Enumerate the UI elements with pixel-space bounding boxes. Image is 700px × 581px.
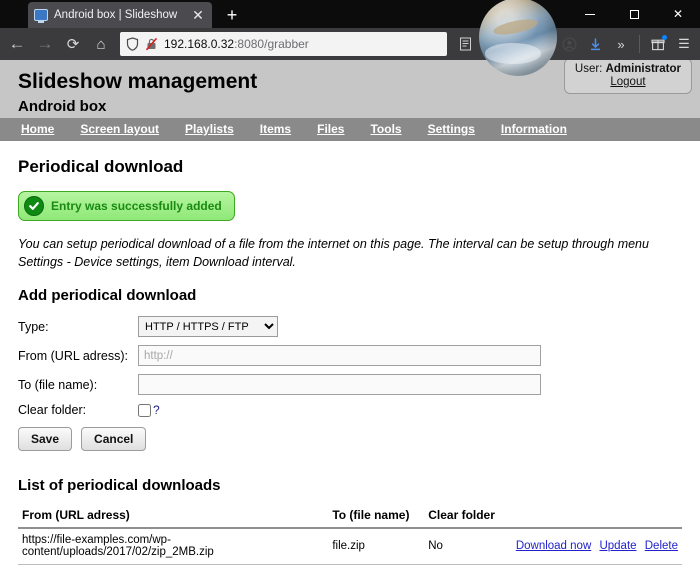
nav-item-items[interactable]: Items — [247, 118, 304, 141]
save-button[interactable]: Save — [18, 427, 72, 451]
device-name: Android box — [18, 98, 682, 115]
close-icon[interactable]: ✕ — [190, 8, 206, 22]
form-row-url: From (URL adress): — [18, 345, 682, 366]
url-label: From (URL adress): — [18, 349, 138, 363]
broken-lock-icon[interactable] — [145, 37, 158, 51]
content-heading: Periodical download — [18, 157, 682, 177]
nav-item-information[interactable]: Information — [488, 118, 580, 141]
col-header-url: From (URL adress) — [18, 508, 328, 528]
nav-item-screen-layout[interactable]: Screen layout — [67, 118, 172, 141]
type-label: Type: — [18, 320, 138, 334]
overflow-chevron-icon[interactable]: » — [609, 32, 633, 56]
table-body: https://file-examples.com/wp-content/upl… — [18, 528, 682, 565]
downloads-icon[interactable] — [583, 32, 607, 56]
logout-link[interactable]: Logout — [575, 76, 681, 88]
type-select[interactable]: HTTP / HTTPS / FTP — [138, 316, 278, 337]
page-content: Periodical download Entry was successful… — [0, 141, 700, 565]
window-close-icon[interactable]: ✕ — [656, 0, 700, 28]
address-bar[interactable]: 192.168.0.32:8080/grabber — [120, 32, 447, 56]
col-header-actions — [512, 508, 682, 528]
maximize-icon[interactable] — [612, 0, 656, 28]
form-heading: Add periodical download — [18, 287, 682, 304]
nav-item-settings[interactable]: Settings — [415, 118, 488, 141]
form-row-clear-folder: Clear folder: ? — [18, 403, 682, 417]
clear-folder-control: ? — [138, 403, 160, 417]
user-box: User: Administrator Logout — [564, 60, 692, 94]
page-viewport: Slideshow management Android box User: A… — [0, 60, 700, 581]
table-header-row: From (URL adress) To (file name) Clear f… — [18, 508, 682, 528]
reload-icon[interactable]: ⟳ — [60, 31, 86, 57]
notification-dot — [662, 35, 667, 40]
user-prefix: User: — [575, 63, 602, 75]
browser-toolbar: ← → ⟳ ⌂ 192.168.0.32:8080/grabber ⋯ — [0, 28, 700, 60]
nav-item-tools[interactable]: Tools — [357, 118, 414, 141]
browser-tab[interactable]: Android box | Slideshow ✕ — [28, 2, 212, 28]
col-header-clear: Clear folder — [424, 508, 512, 528]
cell-url: https://file-examples.com/wp-content/upl… — [18, 528, 328, 565]
user-name: Administrator — [606, 63, 681, 75]
toolbar-divider — [639, 35, 640, 53]
list-heading: List of periodical downloads — [18, 477, 682, 494]
cell-actions: Download now Update Delete — [512, 528, 682, 565]
nav-item-playlists[interactable]: Playlists — [172, 118, 247, 141]
url-text[interactable]: 192.168.0.32:8080/grabber — [164, 37, 441, 51]
tab-title: Android box | Slideshow — [54, 9, 184, 21]
reader-view-icon[interactable] — [453, 32, 477, 56]
table-head: From (URL adress) To (file name) Clear f… — [18, 508, 682, 528]
window-controls: ✕ — [568, 0, 700, 28]
app-header: Slideshow management Android box User: A… — [0, 60, 700, 118]
clear-folder-checkbox[interactable] — [138, 404, 151, 417]
page-actions-icon[interactable]: ⋯ — [479, 32, 503, 56]
browser-titlebar: Android box | Slideshow ✕ + ✕ — [0, 0, 700, 28]
pocket-icon[interactable] — [505, 32, 529, 56]
home-icon[interactable]: ⌂ — [88, 31, 114, 57]
success-message: Entry was successfully added — [51, 199, 222, 213]
form-row-type: Type: HTTP / HTTPS / FTP — [18, 316, 682, 337]
form-row-filename: To (file name): — [18, 374, 682, 395]
nav-item-files[interactable]: Files — [304, 118, 357, 141]
table-row: https://file-examples.com/wp-content/upl… — [18, 528, 682, 565]
update-link[interactable]: Update — [599, 540, 636, 552]
delete-link[interactable]: Delete — [645, 540, 678, 552]
filename-label: To (file name): — [18, 378, 138, 392]
help-question-icon[interactable]: ? — [153, 403, 160, 417]
cell-file: file.zip — [328, 528, 424, 565]
intro-text: You can setup periodical download of a f… — [18, 235, 678, 271]
download-now-link[interactable]: Download now — [516, 540, 591, 552]
main-nav: Home Screen layout Playlists Items Files… — [0, 118, 700, 141]
cell-clear: No — [424, 528, 512, 565]
add-download-form: Type: HTTP / HTTPS / FTP From (URL adres… — [18, 316, 682, 451]
hamburger-menu-icon[interactable]: ☰ — [672, 32, 696, 56]
cancel-button[interactable]: Cancel — [81, 427, 146, 451]
toolbar-icons: ⋯ » ☰ — [453, 32, 696, 56]
bookmark-star-icon[interactable] — [531, 32, 555, 56]
clear-folder-label: Clear folder: — [18, 403, 138, 417]
filename-input[interactable] — [138, 374, 541, 395]
user-label: User: Administrator — [575, 63, 681, 75]
downloads-table: From (URL adress) To (file name) Clear f… — [18, 508, 682, 565]
nav-item-home[interactable]: Home — [8, 118, 67, 141]
gift-icon[interactable] — [646, 32, 670, 56]
success-banner: Entry was successfully added — [18, 191, 235, 221]
browser-window: Android box | Slideshow ✕ + ✕ ← → ⟳ ⌂ — [0, 0, 700, 581]
new-tab-button[interactable]: + — [222, 6, 242, 24]
shield-icon[interactable] — [126, 37, 139, 51]
monitor-icon — [34, 9, 48, 21]
forward-icon[interactable]: → — [32, 31, 58, 57]
account-icon[interactable] — [557, 32, 581, 56]
form-actions: Save Cancel — [18, 427, 682, 451]
minimize-icon[interactable] — [568, 0, 612, 28]
url-input[interactable] — [138, 345, 541, 366]
col-header-file: To (file name) — [328, 508, 424, 528]
back-icon[interactable]: ← — [4, 31, 30, 57]
check-circle-icon — [24, 196, 44, 216]
